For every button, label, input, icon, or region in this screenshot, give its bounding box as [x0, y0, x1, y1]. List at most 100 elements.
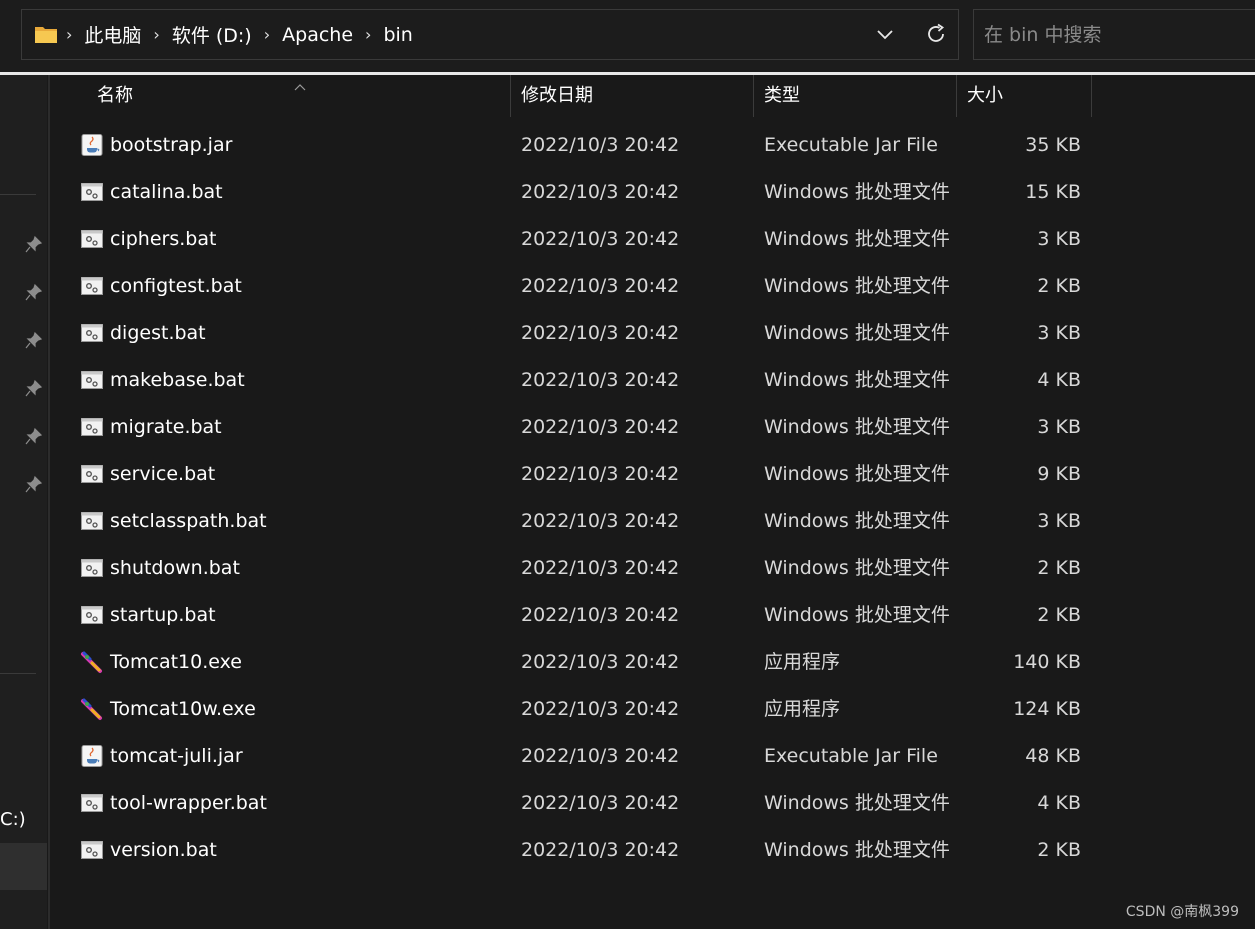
jar-icon: [80, 133, 104, 157]
pin-icon[interactable]: [25, 235, 43, 253]
bat-icon: [80, 556, 104, 580]
file-row[interactable]: tool-wrapper.bat 2022/10/3 20:42 Windows 批…: [50, 780, 1255, 827]
column-separator[interactable]: [510, 75, 511, 117]
file-row[interactable]: setclasspath.bat 2022/10/3 20:42 Windows 批…: [50, 498, 1255, 545]
file-row[interactable]: migrate.bat 2022/10/3 20:42 Windows 批处理文件 3…: [50, 404, 1255, 451]
file-size: 3 KB: [1037, 510, 1081, 532]
chevron-right-icon[interactable]: ›: [66, 25, 72, 44]
file-row[interactable]: digest.bat 2022/10/3 20:42 Windows 批处理文件 3 …: [50, 310, 1255, 357]
breadcrumb-item[interactable]: bin: [383, 24, 412, 46]
file-row[interactable]: configtest.bat 2022/10/3 20:42 Windows 批处理…: [50, 263, 1255, 310]
column-header-name[interactable]: 名称: [97, 75, 133, 117]
file-name: Tomcat10w.exe: [110, 698, 256, 720]
bat-icon: [80, 509, 104, 533]
bat-icon: [80, 368, 104, 392]
bat-icon: [80, 180, 104, 204]
column-separator[interactable]: [753, 75, 754, 117]
bat-icon: [80, 791, 104, 815]
watermark: CSDN @南枫399: [1125, 904, 1239, 920]
file-size: 3 KB: [1037, 322, 1081, 344]
file-type: 应用程序: [764, 651, 841, 673]
nav-divider: [0, 194, 36, 195]
bat-icon: [80, 321, 104, 345]
pin-icon[interactable]: [25, 331, 43, 349]
chevron-right-icon[interactable]: ›: [264, 25, 270, 44]
file-row[interactable]: version.bat 2022/10/3 20:42 Windows 批处理文件 2…: [50, 827, 1255, 874]
file-size: 140 KB: [1013, 651, 1081, 673]
file-row[interactable]: tomcat-juli.jar 2022/10/3 20:42 Executable…: [50, 733, 1255, 780]
breadcrumb-item[interactable]: 此电脑: [84, 21, 141, 48]
file-date: 2022/10/3 20:42: [521, 557, 680, 579]
address-bar[interactable]: › 此电脑 › 软件 (D:) › Apache › bin: [21, 9, 959, 60]
column-header-date[interactable]: 修改日期: [521, 75, 593, 117]
nav-item-selected[interactable]: [0, 843, 47, 890]
file-row[interactable]: service.bat 2022/10/3 20:42 Windows 批处理文件 9…: [50, 451, 1255, 498]
file-name: ciphers.bat: [110, 228, 217, 250]
file-type: Executable Jar File: [764, 134, 938, 156]
column-separator[interactable]: [956, 75, 957, 117]
bat-icon: [80, 462, 104, 486]
file-name: setclasspath.bat: [110, 510, 267, 532]
search-input[interactable]: [974, 10, 1255, 59]
file-size: 9 KB: [1037, 463, 1081, 485]
toolbar: › 此电脑 › 软件 (D:) › Apache › bin: [0, 0, 1255, 72]
file-row[interactable]: makebase.bat 2022/10/3 20:42 Windows 批处理文件…: [50, 357, 1255, 404]
file-size: 35 KB: [1025, 134, 1081, 156]
pin-icon[interactable]: [25, 475, 43, 493]
tomcat-exe-icon: [80, 697, 104, 721]
file-name: bootstrap.jar: [110, 134, 233, 156]
file-type: Windows 批处理文件: [764, 839, 950, 861]
file-row[interactable]: ciphers.bat 2022/10/3 20:42 Windows 批处理文件 3…: [50, 216, 1255, 263]
chevron-down-icon[interactable]: [875, 24, 895, 44]
pin-icon[interactable]: [25, 283, 43, 301]
file-type: Windows 批处理文件: [764, 275, 950, 297]
file-date: 2022/10/3 20:42: [521, 651, 680, 673]
file-type: Windows 批处理文件: [764, 228, 950, 250]
file-size: 3 KB: [1037, 228, 1081, 250]
file-type: Windows 批处理文件: [764, 604, 950, 626]
nav-drive-label[interactable]: C:): [0, 809, 26, 830]
file-name: makebase.bat: [110, 369, 245, 391]
file-date: 2022/10/3 20:42: [521, 369, 680, 391]
breadcrumb-item[interactable]: 软件 (D:): [172, 21, 252, 48]
file-row[interactable]: shutdown.bat 2022/10/3 20:42 Windows 批处理文件…: [50, 545, 1255, 592]
file-size: 2 KB: [1037, 275, 1081, 297]
column-header-size[interactable]: 大小: [967, 75, 1003, 117]
nav-divider: [0, 673, 36, 674]
breadcrumb-item[interactable]: Apache: [282, 24, 353, 46]
chevron-right-icon[interactable]: ›: [365, 25, 371, 44]
file-date: 2022/10/3 20:42: [521, 275, 680, 297]
column-header-type[interactable]: 类型: [764, 75, 800, 117]
file-date: 2022/10/3 20:42: [521, 228, 680, 250]
file-name: configtest.bat: [110, 275, 242, 297]
file-row[interactable]: catalina.bat 2022/10/3 20:42 Windows 批处理文件…: [50, 169, 1255, 216]
file-date: 2022/10/3 20:42: [521, 792, 680, 814]
pin-icon[interactable]: [25, 379, 43, 397]
file-date: 2022/10/3 20:42: [521, 745, 680, 767]
file-date: 2022/10/3 20:42: [521, 604, 680, 626]
file-name: tomcat-juli.jar: [110, 745, 243, 767]
file-row[interactable]: startup.bat 2022/10/3 20:42 Windows 批处理文件 2…: [50, 592, 1255, 639]
file-name: service.bat: [110, 463, 216, 485]
file-date: 2022/10/3 20:42: [521, 839, 680, 861]
file-row[interactable]: Tomcat10.exe 2022/10/3 20:42 应用程序 140 KB: [50, 639, 1255, 686]
column-separator[interactable]: [1091, 75, 1092, 117]
file-date: 2022/10/3 20:42: [521, 181, 680, 203]
file-date: 2022/10/3 20:42: [521, 463, 680, 485]
jar-icon: [80, 744, 104, 768]
file-date: 2022/10/3 20:42: [521, 134, 680, 156]
file-row[interactable]: bootstrap.jar 2022/10/3 20:42 Executable J…: [50, 122, 1255, 169]
file-size: 15 KB: [1025, 181, 1081, 203]
bat-icon: [80, 274, 104, 298]
file-type: Windows 批处理文件: [764, 463, 950, 485]
chevron-right-icon[interactable]: ›: [153, 25, 159, 44]
file-row[interactable]: Tomcat10w.exe 2022/10/3 20:42 应用程序 124 KB: [50, 686, 1255, 733]
file-date: 2022/10/3 20:42: [521, 698, 680, 720]
bat-icon: [80, 838, 104, 862]
file-date: 2022/10/3 20:42: [521, 416, 680, 438]
search-box[interactable]: [973, 9, 1255, 60]
refresh-icon[interactable]: [924, 22, 948, 46]
bat-icon: [80, 415, 104, 439]
pin-icon[interactable]: [25, 427, 43, 445]
navigation-pane: C:): [0, 75, 47, 929]
